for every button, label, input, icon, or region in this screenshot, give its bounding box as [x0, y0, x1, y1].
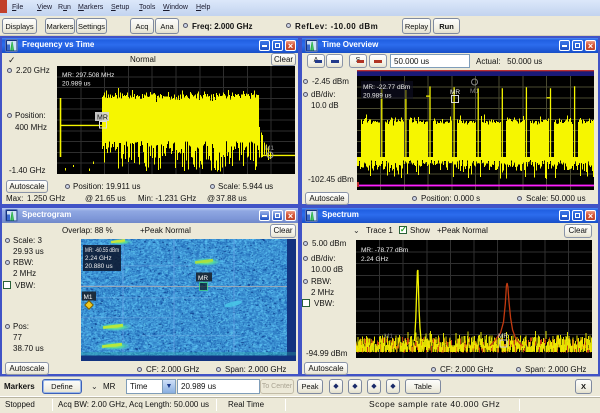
svg-text:MR: MR — [97, 115, 108, 122]
svg-text:MR: -22.77 dBm: MR: -22.77 dBm — [363, 84, 410, 91]
svg-text:MR: MR — [450, 89, 460, 96]
svg-text:MR: 297.508 MHz: MR: 297.508 MHz — [62, 72, 114, 79]
svg-text:MR: MR — [198, 275, 208, 282]
svg-text:2.24 GHz: 2.24 GHz — [361, 256, 388, 263]
svg-text:20.989 us: 20.989 us — [363, 93, 392, 100]
svg-text:M1: M1 — [84, 294, 93, 301]
svg-text:M1: M1 — [470, 88, 479, 95]
svg-text:M1: M1 — [265, 145, 274, 152]
svg-text:20.880 us: 20.880 us — [85, 263, 113, 270]
svg-text:MR: -78.77 dBm: MR: -78.77 dBm — [361, 247, 408, 254]
svg-text:MR: -60.55 dBm: MR: -60.55 dBm — [85, 247, 119, 254]
svg-text:2.24 GHz: 2.24 GHz — [85, 255, 112, 262]
svg-text:20.989 us: 20.989 us — [62, 81, 91, 88]
svg-text:MR: MR — [498, 333, 508, 340]
svg-text:M1: M1 — [384, 333, 393, 340]
